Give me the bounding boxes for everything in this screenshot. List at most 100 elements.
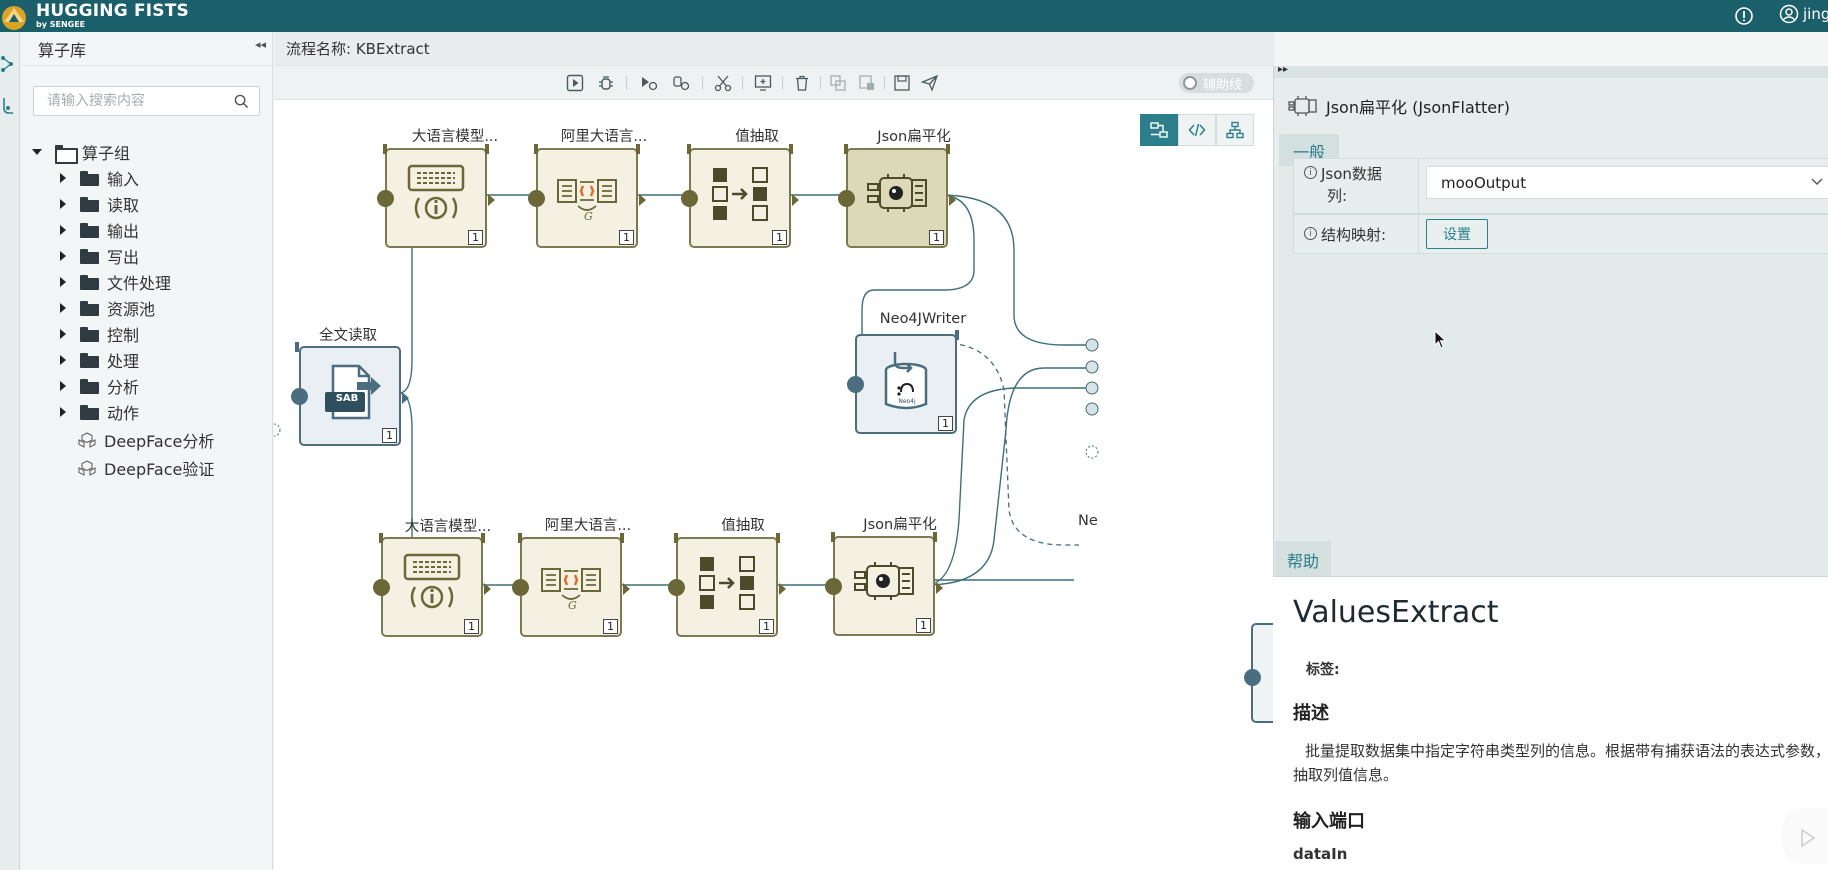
node-json-flatten-bottom[interactable]: 1	[825, 532, 943, 636]
tree-folder[interactable]: 输出	[60, 218, 139, 242]
add-to-library-button[interactable]	[752, 72, 774, 94]
paste-button[interactable]	[856, 72, 878, 94]
flow-nodes-icon[interactable]	[0, 54, 16, 74]
neo4j-icon-text: Neo4j	[898, 398, 916, 405]
node-ali-llm-bottom[interactable]: G 1	[512, 533, 630, 637]
settings-button[interactable]: 设置	[1426, 219, 1488, 249]
tree-folder[interactable]: 处理	[60, 348, 139, 372]
run-button[interactable]	[564, 72, 586, 94]
tree-root-operator-group[interactable]: 算子组	[32, 140, 130, 164]
mouse-cursor-icon	[1434, 330, 1447, 349]
folder-icon	[80, 326, 99, 342]
node-label: 阿里大语言...	[544, 518, 632, 534]
tree-folder[interactable]: 资源池	[60, 296, 155, 320]
tree-folder[interactable]: 动作	[60, 400, 139, 424]
values-extract-icon	[712, 167, 768, 221]
caret-right-icon[interactable]	[60, 199, 66, 209]
caret-right-icon[interactable]	[60, 251, 66, 261]
tree-folder[interactable]: 写出	[60, 244, 139, 268]
caret-right-icon[interactable]	[60, 277, 66, 287]
top-bar: HUGGING FISTS by SENGEE jing	[0, 0, 1828, 32]
field-structure-map: i 结构映射: 设置	[1293, 214, 1828, 254]
search-icon[interactable]	[234, 94, 249, 109]
folder-icon	[80, 274, 99, 290]
tab-help[interactable]: 帮助	[1275, 541, 1332, 579]
node-llm-top[interactable]: 1	[377, 144, 495, 248]
json-column-select[interactable]: mooOutput	[1426, 166, 1828, 199]
operator-cube-icon	[78, 432, 96, 448]
node-ali-llm-top[interactable]: G 1	[528, 144, 646, 248]
cut-button[interactable]	[712, 72, 734, 94]
view-code-button[interactable]	[1178, 114, 1216, 146]
tree-folder[interactable]: 文件处理	[60, 270, 171, 294]
collapse-panel-icon[interactable]: ◂◂	[255, 38, 266, 51]
tree-folder[interactable]: 读取	[60, 192, 139, 216]
user-menu[interactable]: jing	[1779, 4, 1828, 24]
node-values-extract-bottom[interactable]: 1	[668, 533, 786, 637]
debug-selected-button[interactable]	[670, 72, 692, 94]
flow-title: 流程名称: KBExtract	[286, 40, 430, 58]
caret-right-icon[interactable]	[60, 355, 66, 365]
llm-icon	[407, 164, 465, 220]
flow-canvas[interactable]: 全文读取 SAB 1 大语言模型... 1 阿里大语言... G 1 值抽取 1…	[274, 100, 1273, 870]
run-selected-button[interactable]	[638, 72, 660, 94]
library-title: 算子库	[38, 40, 87, 60]
hierarchy-icon	[1226, 121, 1244, 139]
help-tags: 标签:	[1306, 662, 1340, 678]
tree-folder[interactable]: 分析	[60, 374, 139, 398]
flow-title-bar: 流程名称: KBExtract	[274, 32, 1274, 66]
folder-icon	[80, 404, 99, 420]
canvas-toolbar: 辅助线	[274, 66, 1273, 100]
folder-open-icon	[55, 144, 78, 164]
run-node-icon	[642, 77, 658, 91]
debug-button[interactable]	[595, 72, 617, 94]
node-input-pin[interactable]	[1244, 669, 1261, 686]
node-label: 值抽取	[721, 518, 765, 534]
save-button[interactable]	[891, 72, 913, 94]
user-name: jing	[1803, 5, 1828, 23]
view-tree-button[interactable]	[1216, 114, 1254, 146]
tree-leaf-operator[interactable]: DeepFace分析	[78, 428, 214, 452]
node-values-extract-top[interactable]: 1	[681, 144, 799, 248]
aux-line-toggle[interactable]: 辅助线	[1179, 73, 1254, 93]
caret-right-icon[interactable]	[60, 173, 66, 183]
publish-button[interactable]	[919, 72, 941, 94]
floating-play-button[interactable]	[1782, 808, 1828, 864]
app-logo[interactable]: HUGGING FISTS by SENGEE	[0, 0, 189, 32]
expand-panel-icon[interactable]: ▸▸	[1278, 64, 1288, 75]
help-description: 批量提取数据集中指定字符串类型列的信息。根据带有捕获语法的表达式参数，抽取列值信…	[1293, 742, 1828, 784]
node-neo4j-writer[interactable]: Neo4j 1	[847, 330, 959, 434]
info-icon[interactable]: i	[1304, 227, 1317, 240]
port	[1085, 360, 1099, 374]
flow-view-icon	[1150, 122, 1168, 138]
caret-down-icon[interactable]	[32, 149, 42, 155]
search-input[interactable]	[34, 87, 224, 115]
json-flatten-icon	[1288, 96, 1317, 116]
folder-icon	[80, 196, 99, 212]
left-rail	[0, 32, 20, 870]
node-full-read[interactable]: SAB 1	[291, 342, 409, 446]
folder-icon	[80, 300, 99, 316]
view-flow-button[interactable]	[1140, 114, 1178, 146]
alert-icon[interactable]	[1734, 6, 1754, 26]
node-llm-bottom[interactable]: 1	[373, 533, 491, 637]
caret-right-icon[interactable]	[60, 329, 66, 339]
copy-button[interactable]	[827, 72, 849, 94]
operator-cube-icon	[78, 460, 96, 476]
caret-right-icon[interactable]	[60, 381, 66, 391]
tree-folder[interactable]: 输入	[60, 166, 139, 190]
tree-leaf-operator[interactable]: DeepFace验证	[78, 456, 214, 480]
delete-button[interactable]	[791, 72, 813, 94]
svg-text:G: G	[568, 599, 577, 612]
caret-right-icon[interactable]	[60, 225, 66, 235]
node-label: Neo4JWriter	[879, 311, 967, 327]
props-body: i Json数据 列: mooOutput i 结构映射: 设置	[1279, 158, 1828, 586]
lab-flask-icon[interactable]	[0, 96, 16, 116]
info-icon[interactable]: i	[1304, 166, 1317, 179]
brand-sub: by SENGEE	[36, 20, 86, 29]
caret-right-icon[interactable]	[60, 407, 66, 417]
node-json-flatten-top[interactable]: 1	[838, 144, 956, 248]
caret-right-icon[interactable]	[60, 303, 66, 313]
node-label: Json扁平化	[877, 129, 951, 145]
tree-folder[interactable]: 控制	[60, 322, 139, 346]
